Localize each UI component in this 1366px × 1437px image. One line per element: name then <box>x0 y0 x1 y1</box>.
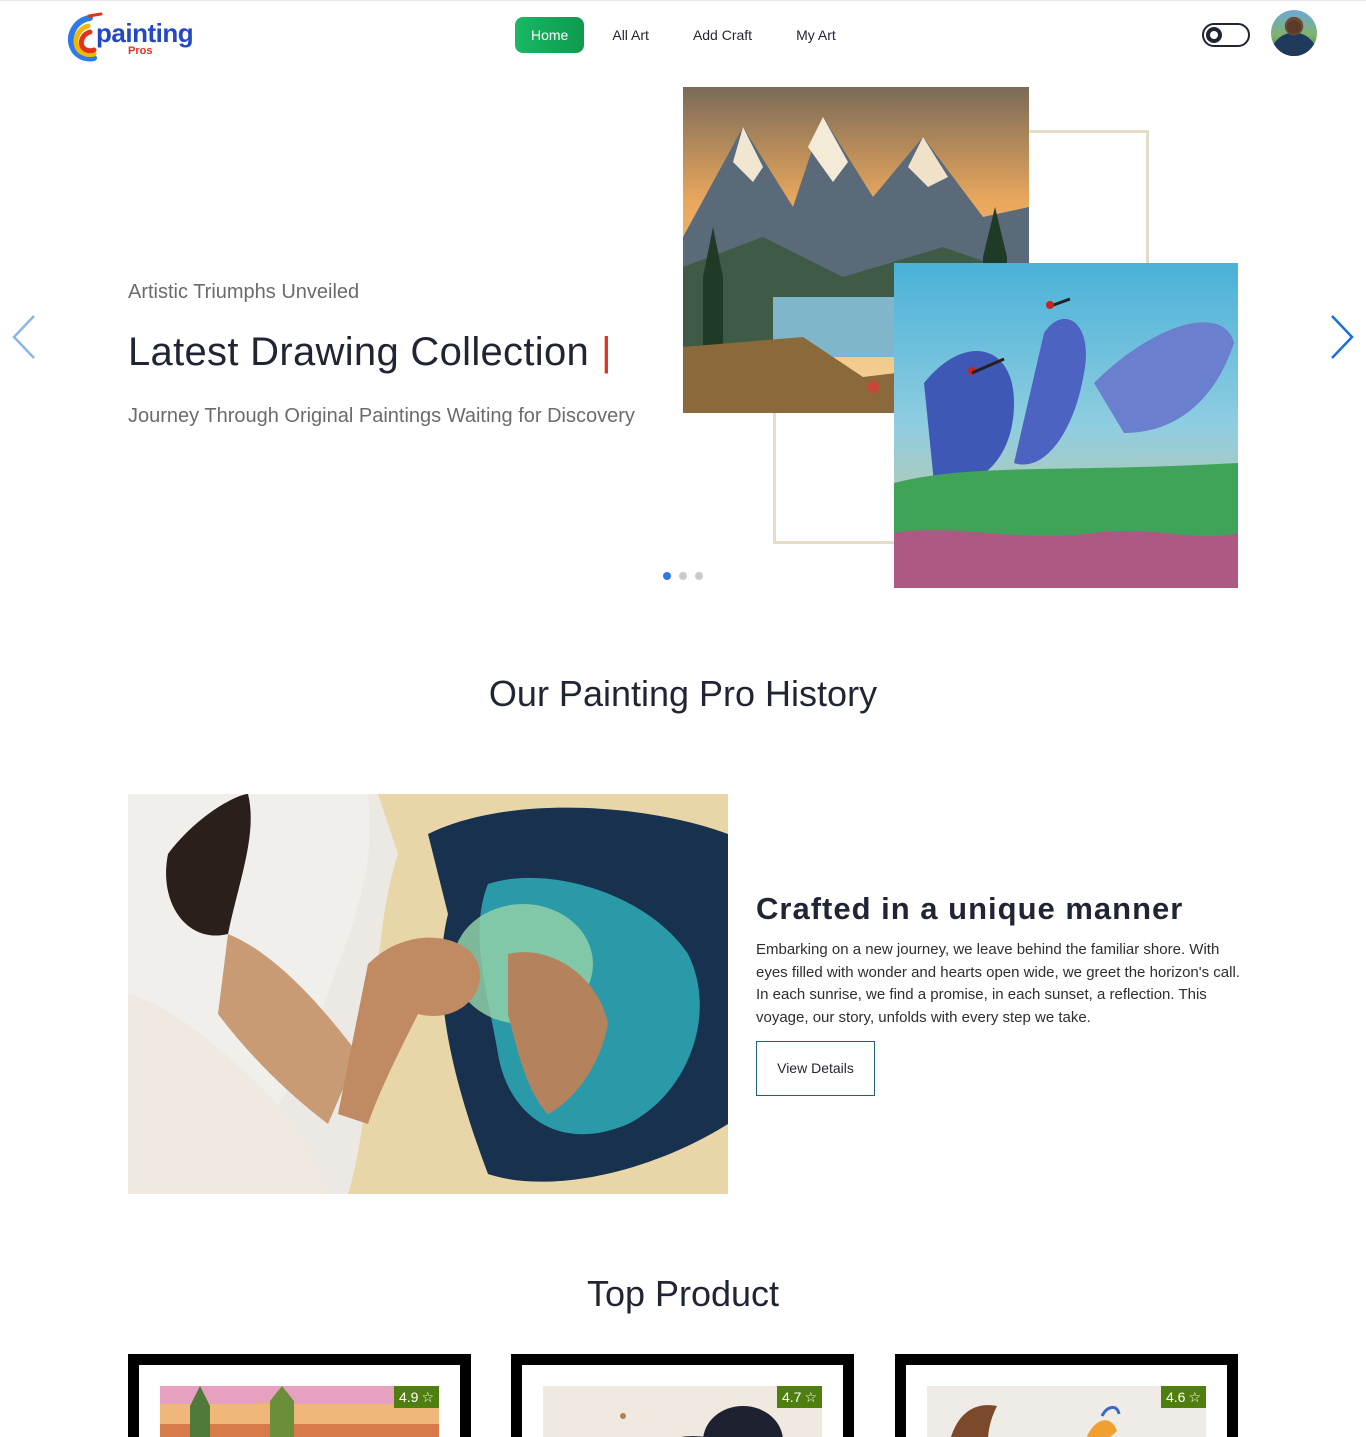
theme-toggle[interactable] <box>1202 23 1250 47</box>
avatar-portrait <box>1279 20 1309 56</box>
star-icon: ☆ <box>421 1389 434 1405</box>
product-image: 4.7 ☆ <box>543 1386 822 1437</box>
nav-home[interactable]: Home <box>515 17 585 53</box>
cranes-painting <box>894 263 1238 588</box>
star-icon: ☆ <box>804 1389 817 1405</box>
nav-add-craft[interactable]: Add Craft <box>677 17 768 53</box>
product-card[interactable]: 4.6 ☆ <box>895 1354 1238 1437</box>
rating-value: 4.7 <box>781 1389 802 1405</box>
nav-all-art[interactable]: All Art <box>596 17 665 53</box>
product-image: 4.6 ☆ <box>927 1386 1206 1437</box>
hero-kicker: Artistic Triumphs Unveiled <box>128 281 360 303</box>
rating-value: 4.6 <box>1165 1389 1186 1405</box>
history-text: Embarking on a new journey, we leave beh… <box>756 941 1240 1026</box>
product-image: 4.9 ☆ <box>160 1386 439 1437</box>
rating-badge: 4.9 ☆ <box>393 1386 439 1408</box>
carousel-dots <box>663 572 703 580</box>
history-heading: Crafted in a unique manner <box>756 891 1184 926</box>
user-avatar[interactable] <box>1271 10 1317 56</box>
view-details-button[interactable]: View Details <box>756 1041 875 1096</box>
rating-badge: 4.7 ☆ <box>776 1386 822 1408</box>
typing-cursor: | <box>601 330 612 374</box>
history-section-title: Our Painting Pro History <box>488 673 878 714</box>
sun-icon <box>1206 27 1222 43</box>
carousel-dot-3[interactable] <box>695 572 703 580</box>
brand-tagline: Pros <box>128 45 153 57</box>
carousel-dot-1[interactable] <box>663 572 671 580</box>
hero-subtitle: Journey Through Original Paintings Waiti… <box>128 405 635 427</box>
hero-title: Latest Drawing Collection | <box>128 330 612 375</box>
product-card[interactable]: 4.9 ☆ <box>128 1354 471 1437</box>
top-border <box>0 0 1366 1</box>
brand-logo[interactable]: painting Pros <box>68 12 198 64</box>
rating-badge: 4.6 ☆ <box>1160 1386 1206 1408</box>
chevron-left-icon[interactable] <box>4 312 44 362</box>
artist-painting-photo <box>128 794 728 1194</box>
chevron-right-icon[interactable] <box>1322 312 1362 362</box>
hero-title-text: Latest Drawing Collection <box>128 330 590 374</box>
rating-value: 4.9 <box>398 1389 419 1405</box>
product-card[interactable]: 4.7 ☆ <box>511 1354 854 1437</box>
main-nav: Home All Art Add Craft My Art <box>515 17 864 53</box>
star-icon: ☆ <box>1188 1389 1201 1405</box>
nav-my-art[interactable]: My Art <box>780 17 852 53</box>
carousel-dot-2[interactable] <box>679 572 687 580</box>
products-section-title: Top Product <box>586 1273 780 1314</box>
